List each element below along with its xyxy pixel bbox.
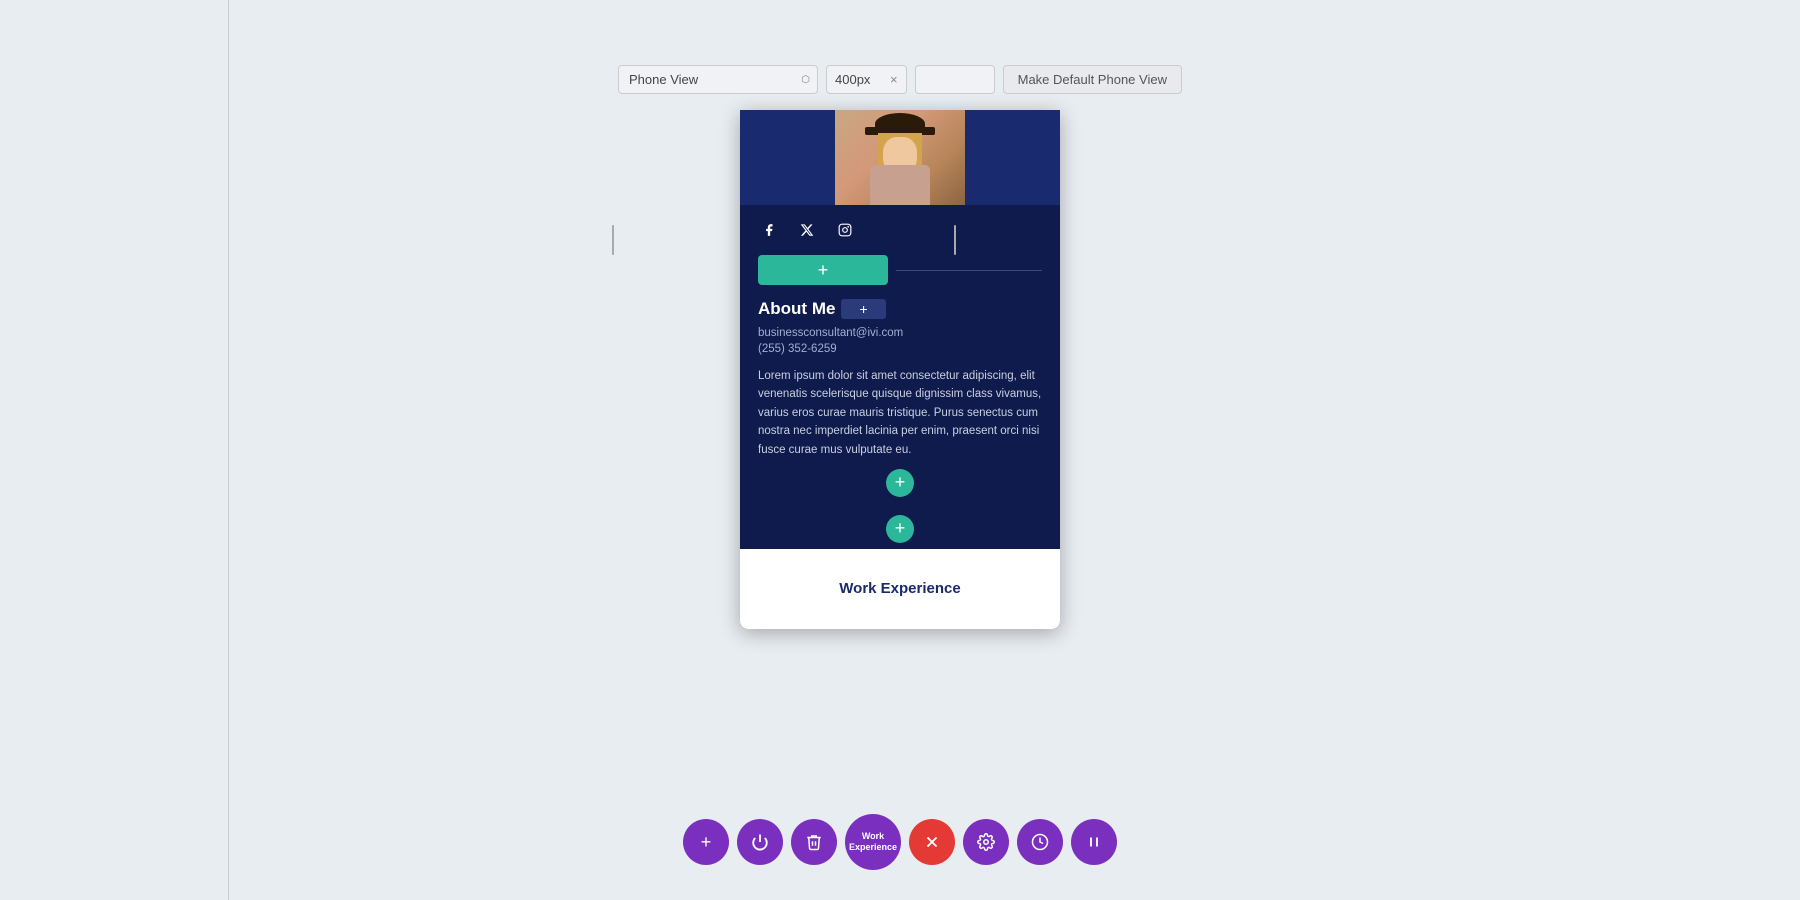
- history-button[interactable]: [1017, 819, 1063, 865]
- add-btn-line: [896, 270, 1042, 271]
- social-icons-row: [740, 205, 1060, 251]
- add-section-button[interactable]: +: [758, 255, 888, 285]
- about-title-add-button[interactable]: +: [841, 299, 885, 319]
- view-select[interactable]: Phone View Tablet View Desktop View: [618, 65, 818, 94]
- work-exp-center-label: Work Experience: [845, 831, 901, 853]
- px-input-group: ×: [826, 65, 907, 94]
- work-exp-label: Work Experience: [839, 580, 960, 597]
- body-shirt: [870, 165, 930, 205]
- view-select-wrap: Phone View Tablet View Desktop View: [618, 65, 818, 94]
- close-button[interactable]: [909, 819, 955, 865]
- px-close-button[interactable]: ×: [882, 72, 906, 87]
- extra-input[interactable]: [915, 65, 995, 94]
- about-section: About Me + businessconsultant@ivi.com (2…: [740, 293, 1060, 509]
- phone-preview: + About Me + businessconsultant@ivi.com …: [740, 110, 1060, 629]
- section-divider-button[interactable]: +: [886, 515, 914, 543]
- facebook-icon[interactable]: [758, 219, 780, 241]
- work-exp-center-button[interactable]: Work Experience: [845, 814, 901, 870]
- add-button[interactable]: +: [683, 819, 729, 865]
- instagram-icon[interactable]: [834, 219, 856, 241]
- profile-image: [835, 110, 965, 205]
- phone-info: (255) 352-6259: [758, 343, 1042, 355]
- power-button[interactable]: [737, 819, 783, 865]
- make-default-button[interactable]: Make Default Phone View: [1003, 65, 1182, 94]
- section-plus-button[interactable]: +: [886, 469, 914, 497]
- about-title-row: About Me +: [758, 299, 1042, 319]
- add-button-row: +: [740, 251, 1060, 293]
- drag-handle-left[interactable]: [608, 200, 618, 280]
- person-figure: [835, 110, 965, 205]
- add-section-plus: +: [818, 260, 829, 281]
- settings-button[interactable]: [963, 819, 1009, 865]
- hat: [875, 113, 925, 135]
- lorem-text: Lorem ipsum dolor sit amet consectetur a…: [758, 367, 1042, 459]
- section-divider-area: +: [740, 509, 1060, 549]
- drag-handle-line-right: [954, 225, 956, 255]
- pause-button[interactable]: [1071, 819, 1117, 865]
- drag-handle-right[interactable]: [950, 200, 960, 280]
- white-section: Work Experience: [740, 549, 1060, 629]
- px-input[interactable]: [827, 66, 882, 93]
- profile-image-area: [740, 110, 1060, 205]
- toolbar: Phone View Tablet View Desktop View × Ma…: [0, 65, 1800, 94]
- left-divider: [228, 0, 229, 900]
- twitter-x-icon[interactable]: [796, 219, 818, 241]
- bottom-toolbar: + Work Experience: [683, 814, 1117, 870]
- drag-handle-line-left: [612, 225, 614, 255]
- about-title: About Me: [758, 299, 835, 319]
- email-info: businessconsultant@ivi.com: [758, 327, 1042, 339]
- trash-button[interactable]: [791, 819, 837, 865]
